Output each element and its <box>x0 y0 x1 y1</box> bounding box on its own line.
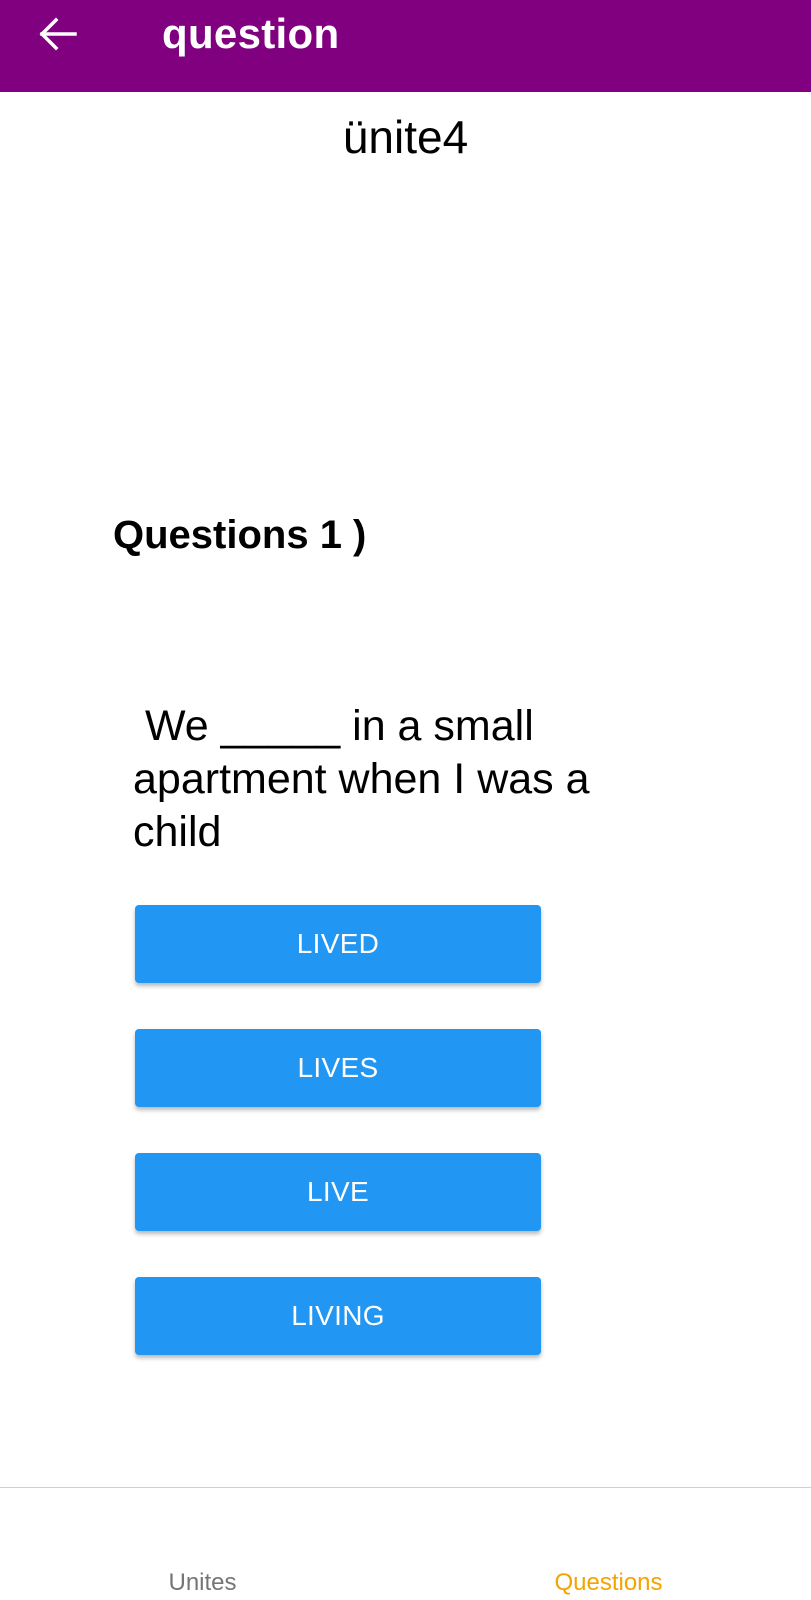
back-button[interactable] <box>30 12 86 56</box>
unit-title: ünite4 <box>342 111 469 163</box>
answer-button-lived[interactable]: LIVED <box>135 905 541 983</box>
app-bar: question <box>0 0 811 92</box>
answer-button-live[interactable]: LIVE <box>135 1153 541 1231</box>
nav-tab-unites[interactable]: Unites <box>0 1488 405 1600</box>
page-title: question <box>162 10 340 57</box>
answer-button-living[interactable]: LIVING <box>135 1277 541 1355</box>
answer-options: LIVED LIVES LIVE LIVING <box>135 905 541 1401</box>
question-text: We _____ in a small apartment when I was… <box>133 702 602 856</box>
question-heading: Questions 1 ) <box>113 513 367 557</box>
arrow-left-icon <box>39 17 77 51</box>
answer-button-lives[interactable]: LIVES <box>135 1029 541 1107</box>
bottom-navigation: Unites Questions <box>0 1487 811 1600</box>
nav-tab-questions[interactable]: Questions <box>406 1488 811 1600</box>
